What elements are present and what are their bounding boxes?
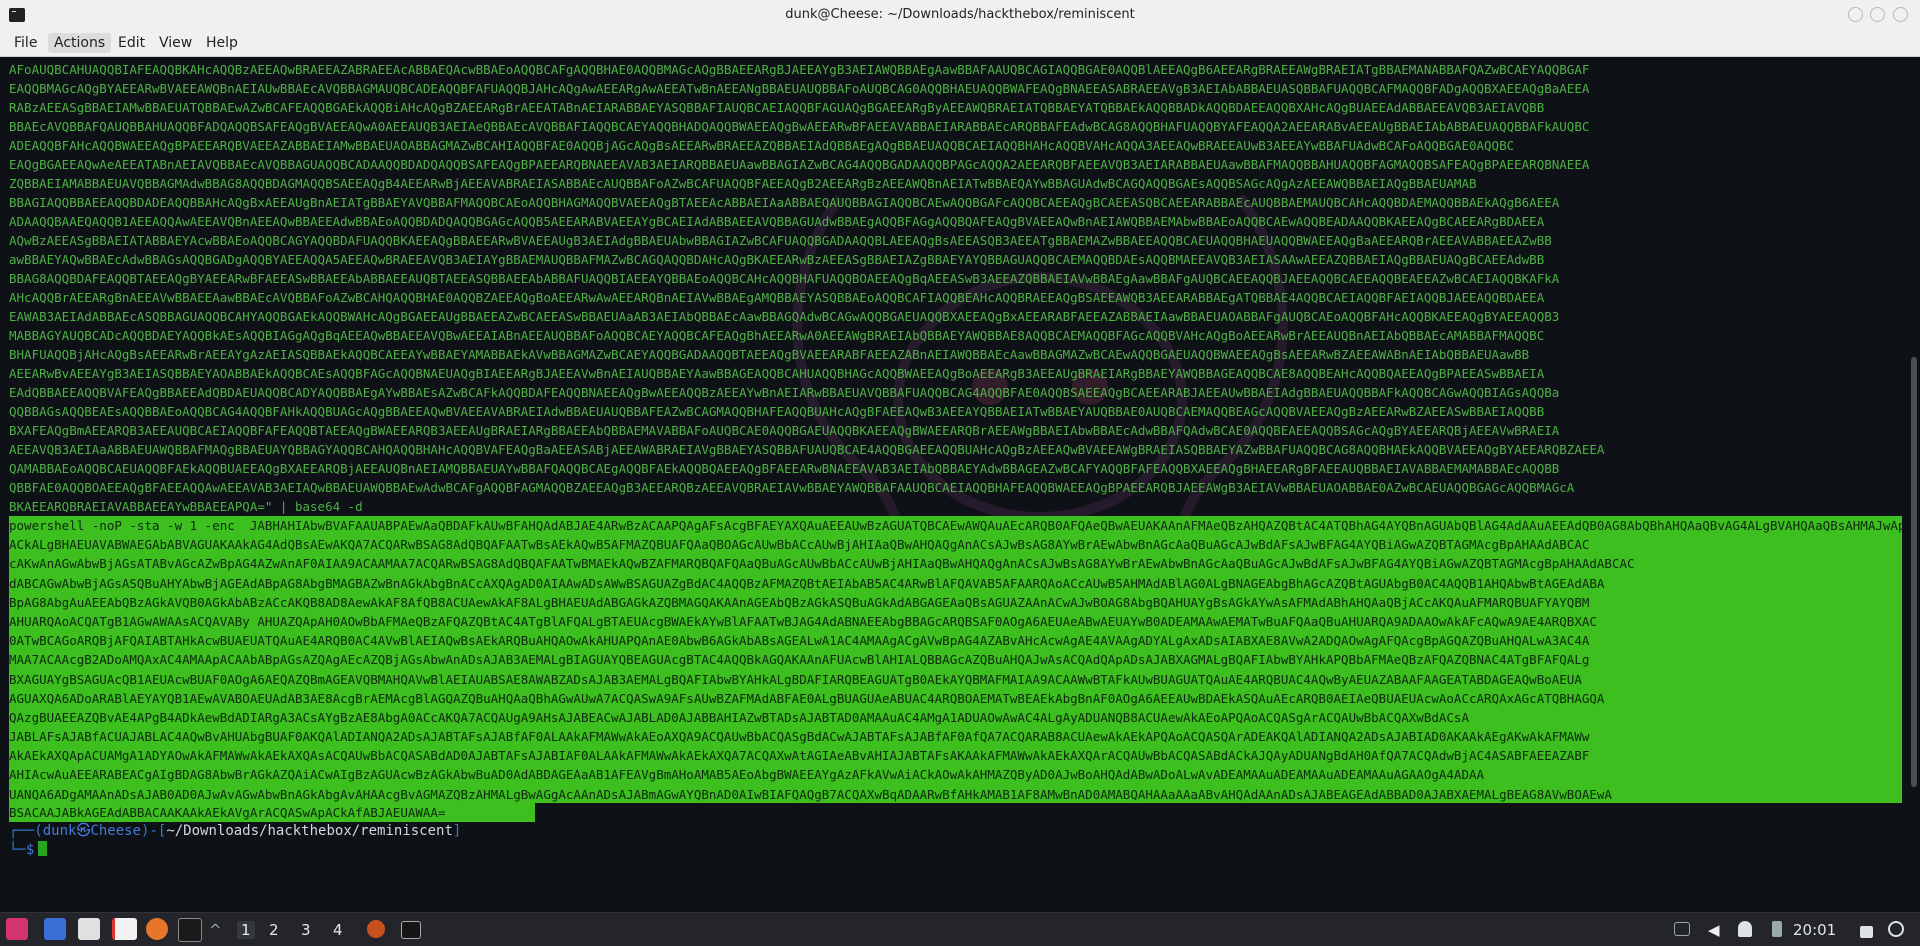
prompt-input-line[interactable]: └─$ — [9, 841, 48, 860]
command-last-line: BSACAAJABkAGEAdABBACAAKAAkAEkAVgArACQASw… — [9, 803, 535, 822]
command-line: powershell -noP -sta -w 1 -enc JABHAHIAb… — [9, 518, 1902, 533]
file-manager-icon[interactable] — [78, 918, 100, 940]
command-line: cAKwAnAGwAbwBjAGsATABvAGcAZwBpAG4AZwAnAF… — [9, 556, 1635, 572]
output-line: AEEAVQB3AEIAaABBAEUAWQBBAFMAQgBBAEUAYQBB… — [9, 442, 1605, 457]
command-line: MAA7ACAAcgB2ADoAMQAxAC4AMAApACAAbABpAGsA… — [9, 652, 1590, 668]
minimize-button[interactable] — [1848, 7, 1863, 22]
output-line: BHAFUAQQBjAHcAQgBsAEEARwBrAEEAYgAzAEIASQ… — [9, 347, 1530, 362]
clock[interactable]: 20:01 — [1793, 921, 1836, 939]
prompt-close: ] — [452, 823, 462, 839]
chevron-up-icon[interactable]: ^ — [209, 921, 222, 939]
menu-actions[interactable]: Actions — [48, 33, 112, 53]
output-line: awBBAEYAQwBBAEcAdwBBAGsAQQBGADgAQQBYAEEA… — [9, 252, 1545, 267]
prompt-second: └─ — [9, 842, 26, 858]
command-line: AHUARQAoACQATgB1AGwAWAAsACQAVABy AHUAZQA… — [9, 613, 1597, 629]
prompt-separator: )-[ — [141, 823, 167, 839]
terminal-view[interactable]: AFoAUQBCAHUAQQBIAFEAQQBKAHcAQQBzAEEAQwBR… — [0, 57, 1920, 902]
command-line: dABCAGwAbwBjAGsASQBuAHYAbwBjAGEAdABpAG8A… — [9, 575, 1605, 591]
output-line: AQwBzAEEASgBBAEIATABBAEYAcwBBAEoAQQBCAGY… — [9, 233, 1552, 248]
command-line: UANQA6ADgAMAAnADsAJAB0AD0AJwAvAGwAbwBnAG… — [9, 786, 1612, 802]
command-line: 0ATwBCAGoARQBjAFQAIABTAHkAcwBUAEUATQAuAE… — [9, 633, 1590, 649]
menu-edit[interactable]: Edit — [112, 33, 151, 53]
prompt-line: ┌──(dunk㉿Cheese)-[~/Downloads/hackthebox… — [9, 822, 461, 841]
firefox-icon[interactable] — [146, 918, 168, 940]
command-line: ACkALgBHAEUAVABWAEGAbABVAGUAKAAkAG4AdQBs… — [9, 537, 1590, 553]
battery-icon[interactable] — [1772, 921, 1782, 937]
menu-bar: File Actions Edit View Help — [0, 30, 1920, 57]
output-line: QBBFAE0AQQBOAEEAQgBFAEEAQQAwAEEAVAB3AEIA… — [9, 480, 1575, 495]
output-line: BXAFEAQgBmAEEARQB3AEEAUQBCAEIAQQBFAFEAQQ… — [9, 423, 1560, 438]
output-line: ADEAQQBFAHcAQQBWAEEAQgBPAEEARQBVAEEAZABB… — [9, 138, 1515, 153]
prompt-symbol: $ — [25, 842, 35, 858]
volume-icon[interactable]: ◀ — [1708, 921, 1724, 939]
command-line: BpAG8AbgAuAEEAbQBzAGkAVQB0AGkAbABzACcAKQ… — [9, 594, 1590, 610]
window-title: dunk@Cheese: ~/Downloads/hackthebox/remi… — [785, 7, 1135, 22]
display-icon[interactable] — [1674, 922, 1690, 936]
output-line: BBAEcAVQBBAFQAUQBBAHUAQQBFADQAQQBSAFEAQg… — [9, 119, 1590, 134]
workspace-3[interactable]: 3 — [301, 921, 311, 939]
notification-bell-icon[interactable] — [1738, 921, 1752, 937]
prompt-user: dunk — [42, 823, 77, 839]
power-icon[interactable] — [1888, 921, 1904, 937]
selected-powershell-command[interactable]: powershell -noP -sta -w 1 -enc JABHAHIAb… — [9, 516, 1902, 803]
text-cursor — [38, 841, 48, 856]
workspace-4[interactable]: 4 — [333, 921, 343, 939]
command-line: BXAGUAYgBSAGUAcQB1AEUAcwBUAF0AOgA6AEQAZQ… — [9, 671, 1582, 687]
output-line: BBAGIAQQBBAEEAQQBDADEAQQBBAHcAQgBxAEEAUg… — [9, 195, 1560, 210]
output-line: EAdQBBAEEAQQBVAFEAQgBBAEEAdQBDAEUAQQBCAD… — [9, 385, 1560, 400]
taskbar: ^ 1 2 3 4 ◀ 20:01 — [0, 912, 1920, 946]
menu-view[interactable]: View — [153, 33, 198, 53]
menu-help[interactable]: Help — [200, 33, 244, 53]
prompt-directory: ~/Downloads/hackthebox/reminiscent — [166, 823, 453, 839]
terminal-launcher-icon[interactable] — [178, 918, 202, 942]
prompt-at: ㉿ — [76, 823, 91, 839]
kali-menu-icon[interactable] — [6, 918, 28, 940]
firefox-window-icon[interactable] — [367, 920, 385, 938]
output-line: EAWAB3AEIAdABBAEcASQBBAGUAQQBCAHYAQQBGAE… — [9, 309, 1560, 324]
output-line: RABzAEEASgBBAEIAMwBBAEUATQBBAEwAZwBCAFEA… — [9, 100, 1545, 115]
workspace-1[interactable]: 1 — [237, 921, 255, 939]
output-line: QQBBAGsAQQBEAEsAQQBBAEoAQQBCAG4AQQBFAHkA… — [9, 404, 1545, 419]
output-line: AEEARwBvAEEAYgB3AEIASQBBAEYAOABBAEkAQQBC… — [9, 366, 1545, 381]
output-line: ADAAQQBAAEQAQQB1AEEAQQAwAEEAVQBnAEEAQwBB… — [9, 214, 1545, 229]
command-line: QAzgBUAEEAZQBvAE4APgB4ADkAewBdADIARgA3AC… — [9, 709, 1469, 725]
command-line: JABLAFsAJABfACUAJABLAC4AQwBvAHUAbgBUAF0A… — [9, 729, 1590, 745]
output-line: AHcAQQBrAEEARgBnAEEAVwBBAEEAawBBAEcAVQBB… — [9, 290, 1545, 305]
output-line: BKAEEARQBRAEIAVABBAEEAYwBBAEEAPQA=" | ba… — [9, 499, 363, 514]
show-desktop-icon[interactable] — [44, 918, 66, 940]
lock-icon[interactable] — [1860, 926, 1873, 938]
menu-file[interactable]: File — [8, 33, 43, 53]
maximize-button[interactable] — [1870, 7, 1885, 22]
output-line: QAMABBAEoAQQBCAEUAQQBFAEkAQQBUAEEAQgBXAE… — [9, 461, 1560, 476]
terminal-window-icon[interactable] — [401, 921, 421, 939]
output-line: EAQQBMAGcAQgBYAEEARwBVAEEAWQBnAEIAUwBBAE… — [9, 81, 1590, 96]
prompt-corner: ┌──( — [9, 823, 43, 839]
output-line: ZQBBAEIAMABBAEUAVQBBAGMAdwBBAG8AQQBDAGMA… — [9, 176, 1477, 191]
output-line: BBAG8AQQBDAFEAQQBTAEEAQgBYAEEARwBFAEEASw… — [9, 271, 1560, 286]
output-line: MABBAGYAUQBCADcAQQBDAEYAQQBkAEsAQQBIAGgA… — [9, 328, 1545, 343]
command-line: AHIAcwAuAEEARABEACgAIgBDAG8AbwBrAGkAZQAi… — [9, 767, 1485, 783]
text-editor-icon[interactable] — [112, 918, 137, 940]
command-line: AkAEkAXQApACUAMgA1ADYAOwAkAFMAWwAkAEkAXQ… — [9, 748, 1590, 764]
workspace-2[interactable]: 2 — [269, 921, 279, 939]
output-line: EAQgBGAEEAQwAeAEEATABnAEIAVQBBAEcAVQBBAG… — [9, 157, 1590, 172]
prompt-host: Cheese — [90, 823, 142, 839]
output-line: AFoAUQBCAHUAQQBIAFEAQQBKAHcAQQBzAEEAQwBR… — [9, 62, 1590, 77]
close-button[interactable] — [1893, 7, 1908, 22]
command-line: AGUAXQA6ADoARABlAEYAYQB1AEwAVABOAEUAdAB3… — [9, 690, 1605, 706]
terminal-scrollbar[interactable] — [1911, 357, 1917, 787]
window-titlebar[interactable]: dunk@Cheese: ~/Downloads/hackthebox/remi… — [0, 0, 1920, 31]
